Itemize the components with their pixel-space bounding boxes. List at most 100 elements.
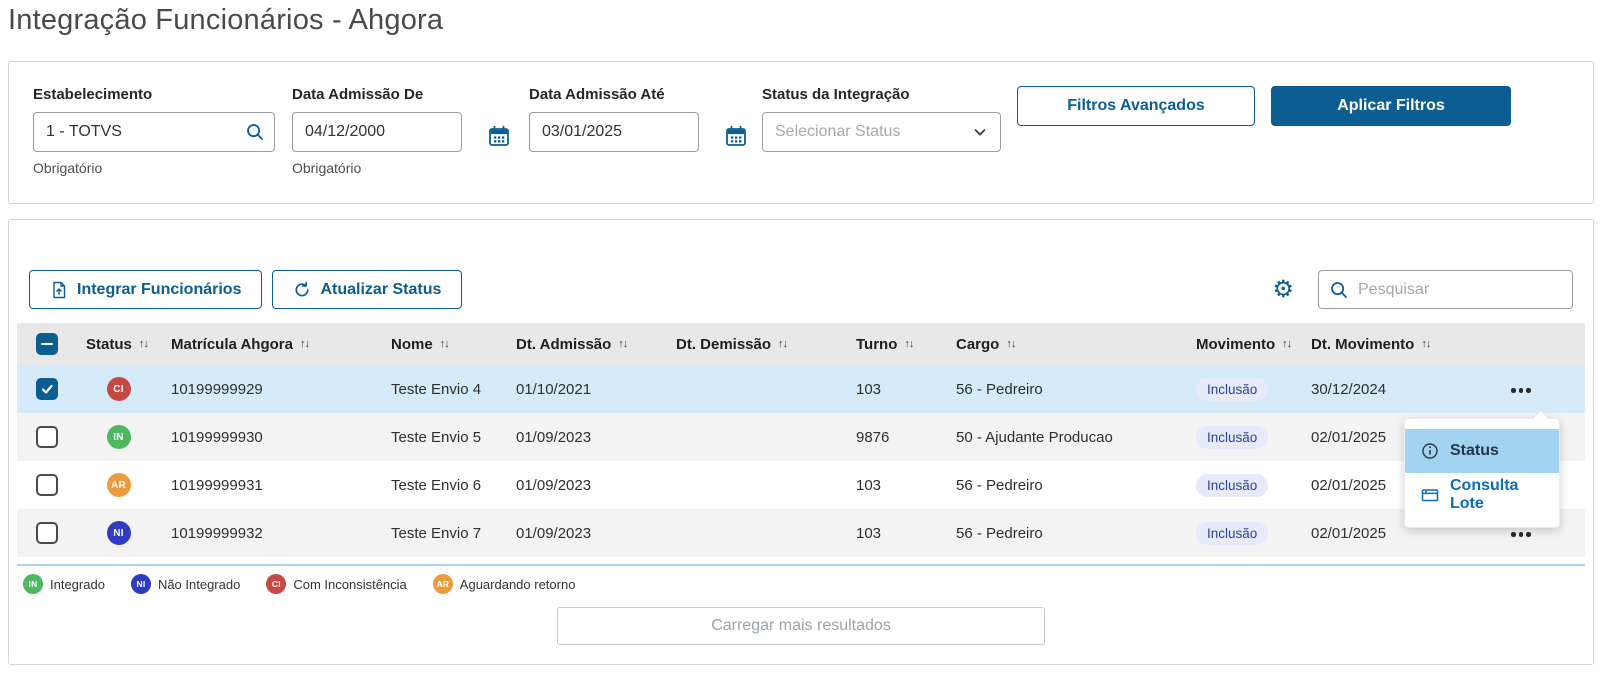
row-actions-popup: Status Consulta Lote (1404, 418, 1560, 528)
column-header-turno[interactable]: Turno↑↓ (846, 336, 946, 353)
select-all-cell (17, 333, 76, 355)
legend-item: CI Com Inconsistência (266, 574, 406, 594)
table-row: CI 10199999929 Teste Envio 4 01/10/2021 … (17, 365, 1585, 413)
data-admissao-ate-input[interactable] (529, 112, 699, 152)
cargo-cell: 56 - Pedreiro (946, 381, 1186, 398)
estabelecimento-input[interactable] (33, 112, 275, 152)
column-header-nome[interactable]: Nome↑↓ (381, 336, 506, 353)
estabelecimento-label: Estabelecimento (33, 86, 275, 103)
movimento-badge: Inclusão (1196, 426, 1268, 449)
data-admissao-de-input[interactable] (292, 112, 462, 152)
batch-query-icon (1421, 486, 1439, 504)
data-admissao-de-helper: Obrigatório (292, 160, 510, 176)
row-checkbox[interactable] (36, 426, 58, 448)
status-integracao-select[interactable]: Selecionar Status (762, 112, 1001, 152)
filter-panel: Estabelecimento Obrigatório Data Admissã… (8, 61, 1594, 204)
table-row: NI 10199999932 Teste Envio 7 01/09/2023 … (17, 509, 1585, 557)
matricula-cell: 10199999931 (161, 477, 381, 494)
turno-cell: 103 (846, 525, 946, 542)
movimento-badge: Inclusão (1196, 378, 1268, 401)
dt-admissao-cell: 01/09/2023 (506, 477, 666, 494)
dt-admissao-cell: 01/09/2023 (506, 429, 666, 446)
sort-icon: ↑↓ (1282, 338, 1291, 350)
status-integracao-field: Status da Integração Selecionar Status (762, 86, 1001, 152)
integrar-funcionarios-button[interactable]: Integrar Funcionários (29, 270, 262, 309)
row-actions-icon[interactable] (1507, 382, 1535, 399)
search-input[interactable] (1358, 281, 1562, 299)
data-admissao-de-label: Data Admissão De (292, 86, 510, 103)
row-checkbox[interactable] (36, 474, 58, 496)
sort-icon: ↑↓ (778, 338, 787, 350)
employees-table: Status↑↓ Matrícula Ahgora↑↓ Nome↑↓ Dt. A… (17, 323, 1585, 566)
movimento-badge: Inclusão (1196, 522, 1268, 545)
nome-cell: Teste Envio 6 (381, 477, 506, 494)
sort-icon: ↑↓ (1006, 338, 1015, 350)
turno-cell: 103 (846, 477, 946, 494)
nome-cell: Teste Envio 5 (381, 429, 506, 446)
column-header-dt-movimento[interactable]: Dt. Movimento↑↓ (1301, 336, 1481, 353)
column-header-dt-admissao[interactable]: Dt. Admissão↑↓ (506, 336, 666, 353)
sort-icon: ↑↓ (904, 338, 913, 350)
document-upload-icon (50, 281, 68, 299)
info-icon (1421, 442, 1439, 460)
results-panel: Integrar Funcionários Atualizar Status ⚙ (8, 219, 1594, 665)
cargo-cell: 56 - Pedreiro (946, 477, 1186, 494)
row-actions-icon[interactable] (1507, 526, 1535, 543)
search-icon (1329, 280, 1349, 300)
dt-admissao-cell: 01/10/2021 (506, 381, 666, 398)
status-badge: IN (107, 425, 131, 449)
cargo-cell: 50 - Ajudante Producao (946, 429, 1186, 446)
popup-item-consulta-lote[interactable]: Consulta Lote (1405, 473, 1559, 517)
status-badge: NI (107, 521, 131, 545)
status-badge: AR (107, 473, 131, 497)
estabelecimento-helper: Obrigatório (33, 160, 275, 176)
status-badge: IN (23, 574, 43, 594)
row-checkbox[interactable] (36, 522, 58, 544)
sort-icon: ↑↓ (300, 338, 309, 350)
page-title: Integração Funcionários - Ahgora (8, 4, 1594, 37)
legend-item: IN Integrado (23, 574, 105, 594)
data-admissao-ate-label: Data Admissão Até (529, 86, 747, 103)
data-admissao-ate-field: Data Admissão Até (529, 86, 747, 152)
popup-item-status[interactable]: Status (1405, 429, 1559, 473)
legend-item: NI Não Integrado (131, 574, 240, 594)
select-all-checkbox[interactable] (36, 333, 58, 355)
legend-item: AR Aguardando retorno (433, 574, 576, 594)
calendar-icon[interactable] (488, 125, 510, 147)
matricula-cell: 10199999932 (161, 525, 381, 542)
column-header-status[interactable]: Status↑↓ (76, 336, 161, 353)
atualizar-status-button[interactable]: Atualizar Status (272, 270, 462, 309)
dt-movimento-cell: 30/12/2024 (1301, 381, 1481, 398)
nome-cell: Teste Envio 7 (381, 525, 506, 542)
aplicar-filtros-button[interactable]: Aplicar Filtros (1271, 86, 1511, 126)
column-header-movimento[interactable]: Movimento↑↓ (1186, 336, 1301, 353)
column-header-dt-demissao[interactable]: Dt. Demissão↑↓ (666, 336, 846, 353)
filtros-avancados-button[interactable]: Filtros Avançados (1017, 86, 1255, 126)
matricula-cell: 10199999930 (161, 429, 381, 446)
column-header-cargo[interactable]: Cargo↑↓ (946, 336, 1186, 353)
nome-cell: Teste Envio 4 (381, 381, 506, 398)
integrar-funcionarios-label: Integrar Funcionários (77, 281, 241, 299)
sort-icon: ↑↓ (1421, 338, 1430, 350)
table-header: Status↑↓ Matrícula Ahgora↑↓ Nome↑↓ Dt. A… (17, 323, 1585, 365)
atualizar-status-label: Atualizar Status (320, 281, 441, 299)
status-badge: AR (433, 574, 453, 594)
matricula-cell: 10199999929 (161, 381, 381, 398)
status-badge: NI (131, 574, 151, 594)
dt-admissao-cell: 01/09/2023 (506, 525, 666, 542)
column-header-matricula[interactable]: Matrícula Ahgora↑↓ (161, 336, 381, 353)
search-lookup-icon[interactable] (245, 122, 265, 142)
sort-icon: ↑↓ (618, 338, 627, 350)
row-checkbox[interactable] (36, 378, 58, 400)
gear-icon[interactable]: ⚙ (1272, 278, 1294, 302)
table-toolbar: Integrar Funcionários Atualizar Status ⚙ (29, 270, 1573, 309)
load-more-button[interactable]: Carregar mais resultados (557, 607, 1045, 645)
status-legend: IN Integrado NI Não Integrado CI Com Inc… (23, 573, 1585, 595)
table-row: AR 10199999931 Teste Envio 6 01/09/2023 … (17, 461, 1585, 509)
status-badge: CI (107, 377, 131, 401)
calendar-icon[interactable] (725, 125, 747, 147)
sort-icon: ↑↓ (139, 338, 148, 350)
status-integracao-label: Status da Integração (762, 86, 1001, 103)
turno-cell: 103 (846, 381, 946, 398)
movimento-badge: Inclusão (1196, 474, 1268, 497)
